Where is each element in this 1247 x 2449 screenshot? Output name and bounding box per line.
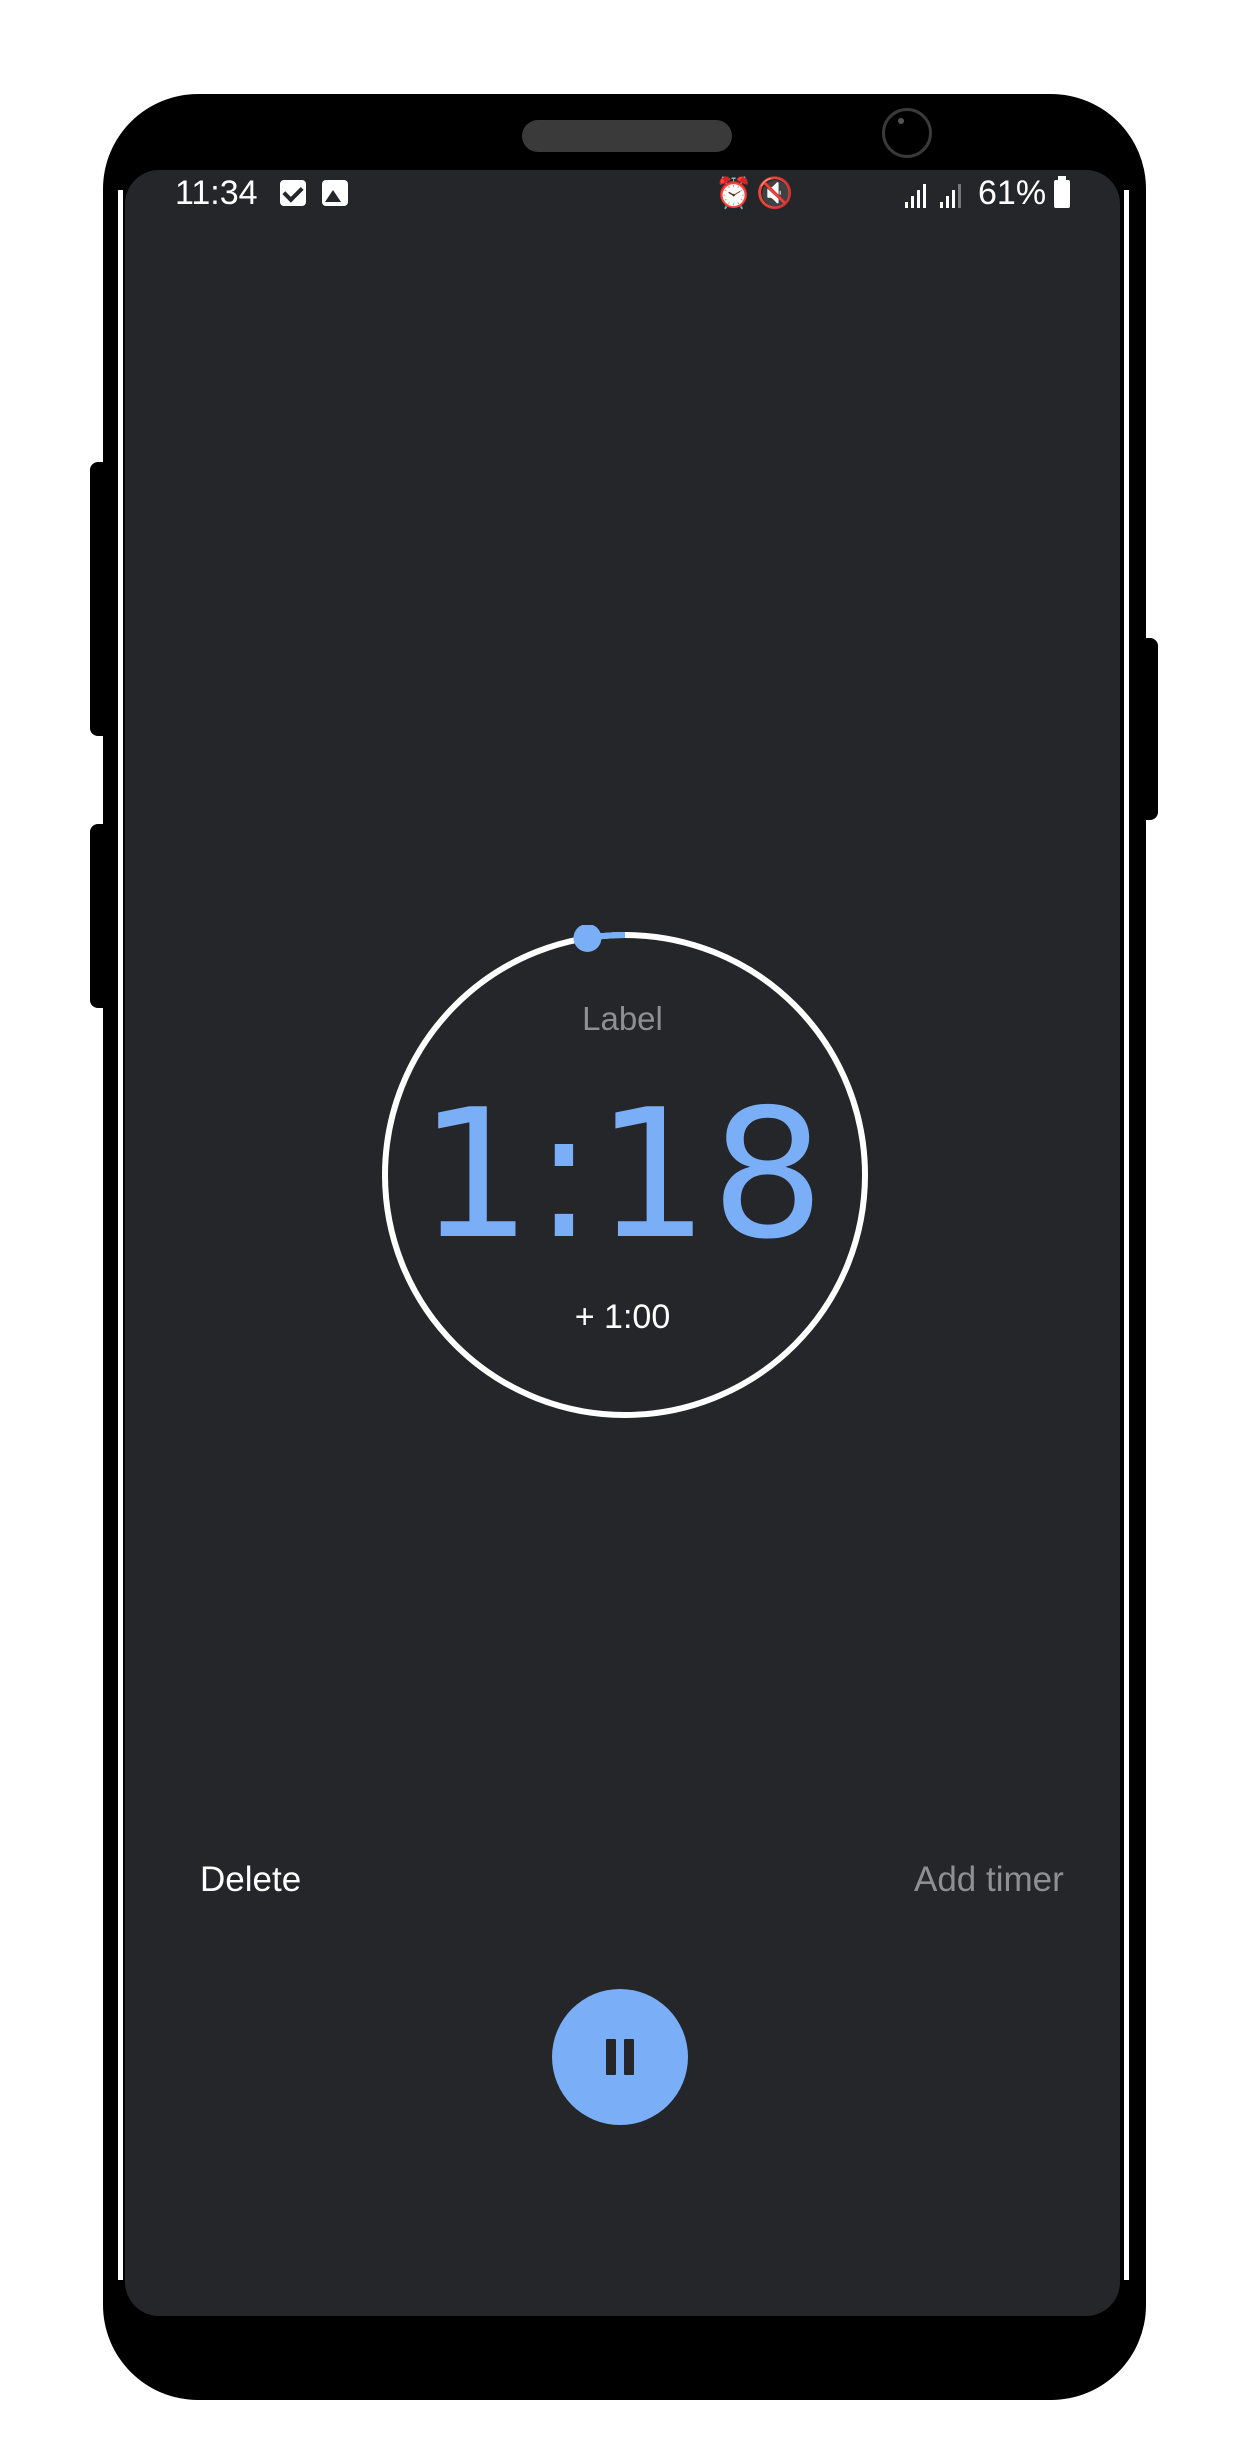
device-frame: 11:34 ⏰🔇 61% Label 1:18 + 1:00 Delete Ad…: [0, 0, 1247, 2449]
timer-screen: 11:34 ⏰🔇 61% Label 1:18 + 1:00 Delete Ad…: [125, 170, 1120, 2316]
signal-icon: [905, 182, 926, 208]
pause-icon: [624, 2039, 634, 2075]
status-time: 11:34: [175, 174, 258, 212]
check-notification-icon: [280, 180, 306, 206]
earpiece-speaker: [522, 120, 732, 152]
image-notification-icon: [322, 180, 348, 206]
status-bar: 11:34 ⏰🔇 61%: [125, 170, 1120, 218]
timer-label[interactable]: Label: [125, 1000, 1120, 1038]
add-one-minute-button[interactable]: + 1:00: [125, 1298, 1120, 1337]
add-timer-button[interactable]: Add timer: [914, 1860, 1064, 1900]
battery-charging-icon: [1054, 176, 1070, 208]
front-camera-icon: [882, 108, 932, 158]
pause-button[interactable]: [552, 1989, 688, 2125]
timer-progress-knob: [573, 925, 602, 952]
timer-remaining-time: 1:18: [418, 1071, 827, 1278]
delete-button[interactable]: Delete: [200, 1860, 301, 1900]
pause-icon: [606, 2039, 616, 2075]
signal-icon: [940, 182, 961, 208]
battery-percentage: 61%: [978, 174, 1047, 212]
screen-edge-right: [1124, 190, 1129, 2280]
system-status-icons: ⏰🔇: [715, 176, 798, 211]
screen-edge-left: [118, 190, 123, 2280]
